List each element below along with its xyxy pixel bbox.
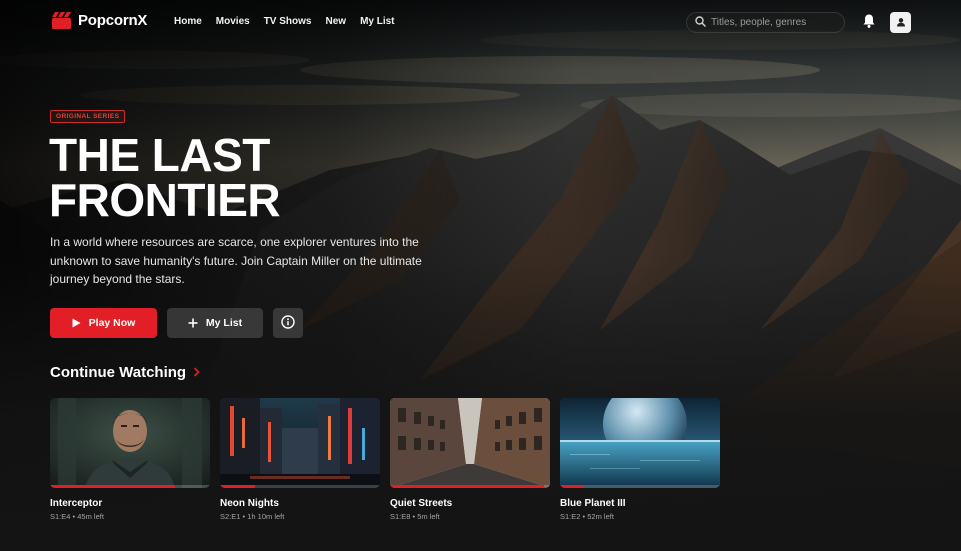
progress-fill (50, 485, 175, 488)
continue-watching-heading: Continue Watching (50, 364, 200, 381)
card-meta: S1:E4 • 45m left (50, 512, 104, 521)
progress-bar (560, 485, 720, 488)
nav-links: Home Movies TV Shows New My List (174, 16, 409, 27)
brand-name: PopcornX (78, 12, 148, 29)
hero-title-line2: FRONTIER (49, 174, 281, 226)
search-icon (695, 14, 706, 32)
my-list-button[interactable]: My List (167, 308, 263, 338)
watch-card-blue-planet-iii[interactable]: Blue Planet III S1:E2 • 52m left (560, 398, 720, 521)
watch-card-neon-nights[interactable]: Neon Nights S2:E1 • 1h 10m left (220, 398, 380, 521)
progress-fill (390, 485, 544, 488)
hero-title-line1: THE LAST (49, 129, 270, 181)
progress-bar (220, 485, 380, 488)
play-icon (72, 318, 81, 328)
nav-link-home[interactable]: Home (174, 16, 202, 27)
info-icon (281, 314, 295, 332)
progress-fill (220, 485, 256, 488)
my-list-label: My List (205, 317, 243, 329)
watch-card-quiet-streets[interactable]: Quiet Streets S1:E8 • 5m left (390, 398, 550, 521)
hero-description: In a world where resources are scarce, o… (50, 235, 422, 286)
avatar[interactable] (890, 12, 911, 33)
series-badge: ORIGINAL SERIES (50, 110, 126, 123)
nav-link-movies[interactable]: Movies (216, 16, 250, 27)
plus-icon (188, 318, 198, 328)
user-icon (896, 14, 906, 32)
bell-icon[interactable] (862, 13, 876, 29)
card-title: Blue Planet III (560, 498, 626, 509)
search-input[interactable] (711, 17, 839, 28)
watch-card-interceptor[interactable]: Interceptor S1:E4 • 45m left (50, 398, 210, 521)
progress-bar (390, 485, 550, 488)
nav-link-tv-shows[interactable]: TV Shows (264, 16, 312, 27)
card-title: Interceptor (50, 498, 103, 509)
search-box[interactable] (686, 12, 845, 33)
hero-title: THE LAST FRONTIER (49, 129, 349, 226)
play-now-label: Play Now (88, 317, 136, 329)
card-thumbnail (50, 398, 210, 488)
brand-logo[interactable]: PopcornX (51, 12, 147, 29)
card-thumbnail (220, 398, 380, 488)
card-meta: S1:E8 • 5m left (390, 512, 440, 521)
card-meta: S2:E1 • 1h 10m left (220, 512, 285, 521)
progress-fill (560, 485, 584, 488)
play-now-button[interactable]: Play Now (50, 308, 157, 338)
info-button[interactable] (273, 308, 303, 338)
nav-link-new[interactable]: New (326, 16, 347, 27)
card-thumbnail (390, 398, 550, 488)
card-title: Quiet Streets (390, 498, 453, 509)
clapperboard-icon (51, 12, 72, 29)
progress-bar (50, 485, 210, 488)
nav-link-my-list[interactable]: My List (360, 16, 394, 27)
top-nav: PopcornX Home Movies TV Shows New My Lis… (0, 0, 961, 44)
continue-watching-title: Continue Watching (50, 364, 187, 381)
card-title: Neon Nights (220, 498, 279, 509)
chevron-right-icon[interactable] (193, 365, 200, 380)
card-thumbnail (560, 398, 720, 488)
card-meta: S1:E2 • 52m left (560, 512, 614, 521)
